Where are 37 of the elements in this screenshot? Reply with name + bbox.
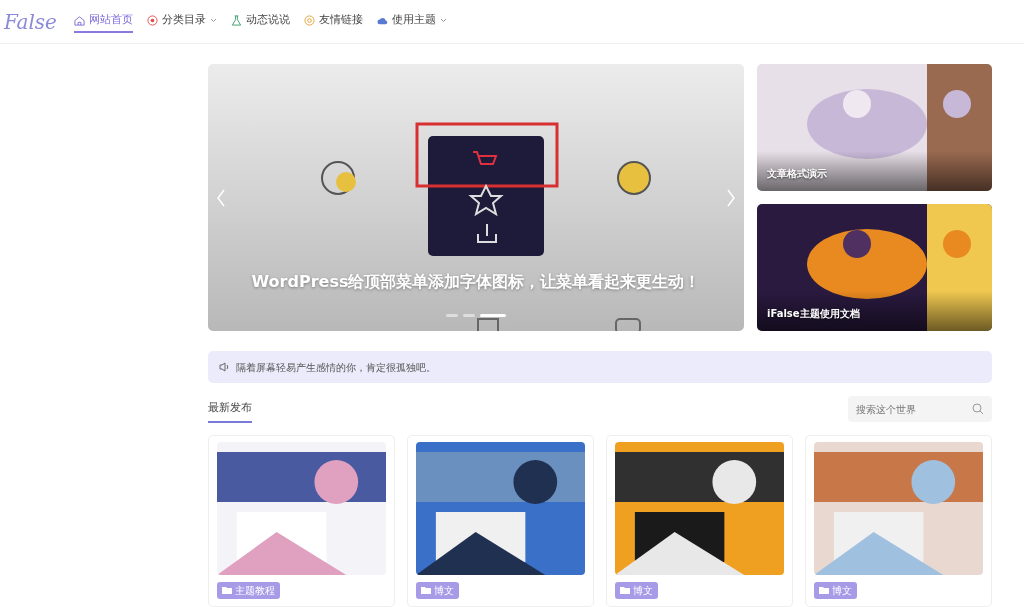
featured-card[interactable]: iFalse主题使用文档 [757,204,992,331]
search-field[interactable]: 搜索这个世界 [848,396,992,423]
post-card[interactable]: 博文 [805,434,992,607]
post-card[interactable]: 主题教程 [208,434,395,607]
category-tag[interactable]: 博文 [814,581,857,599]
featured-card[interactable]: 文章格式演示 [757,64,992,191]
category-tag[interactable]: 主题教程 [217,581,280,599]
flask-icon [231,15,242,26]
slide-indicator[interactable] [480,314,506,317]
nav-link[interactable]: 使用主题 [377,10,447,33]
search-icon[interactable] [972,403,984,416]
nav-link[interactable]: 分类目录 [147,10,217,33]
folder-icon [620,586,630,594]
target-icon [147,15,158,26]
nav-link[interactable]: 友情链接 [304,10,363,33]
section-tab[interactable]: 最新发布 [208,396,252,423]
category-tag[interactable]: 博文 [615,581,658,599]
featured-title[interactable]: iFalse主题使用文档 [767,306,860,321]
folder-icon [819,586,829,594]
notice-text: 隔着屏幕轻易产生感情的你，肯定很孤独吧。 [236,360,436,375]
folder-icon [222,586,232,594]
speaker-icon [218,361,230,373]
logo[interactable]: False [0,6,74,37]
slide-banner[interactable]: WordPress给顶部菜单添加字体图标，让菜单看起来更生动！ [208,64,744,331]
at-icon [304,15,315,26]
house-icon [74,15,85,26]
slide-caption[interactable]: WordPress给顶部菜单添加字体图标，让菜单看起来更生动！ [208,270,744,294]
post-card[interactable]: 博文 [407,434,594,607]
category-tag[interactable]: 博文 [416,581,459,599]
folder-icon [421,586,431,594]
featured-title[interactable]: 文章格式演示 [767,166,827,181]
nav-link[interactable]: 动态说说 [231,10,290,33]
slide-indicator[interactable] [446,314,458,317]
cloud-icon [377,15,388,26]
post-card[interactable]: 博文 [606,434,793,607]
slide-indicator[interactable] [463,314,475,317]
nav-link[interactable]: 网站首页 [74,10,133,33]
